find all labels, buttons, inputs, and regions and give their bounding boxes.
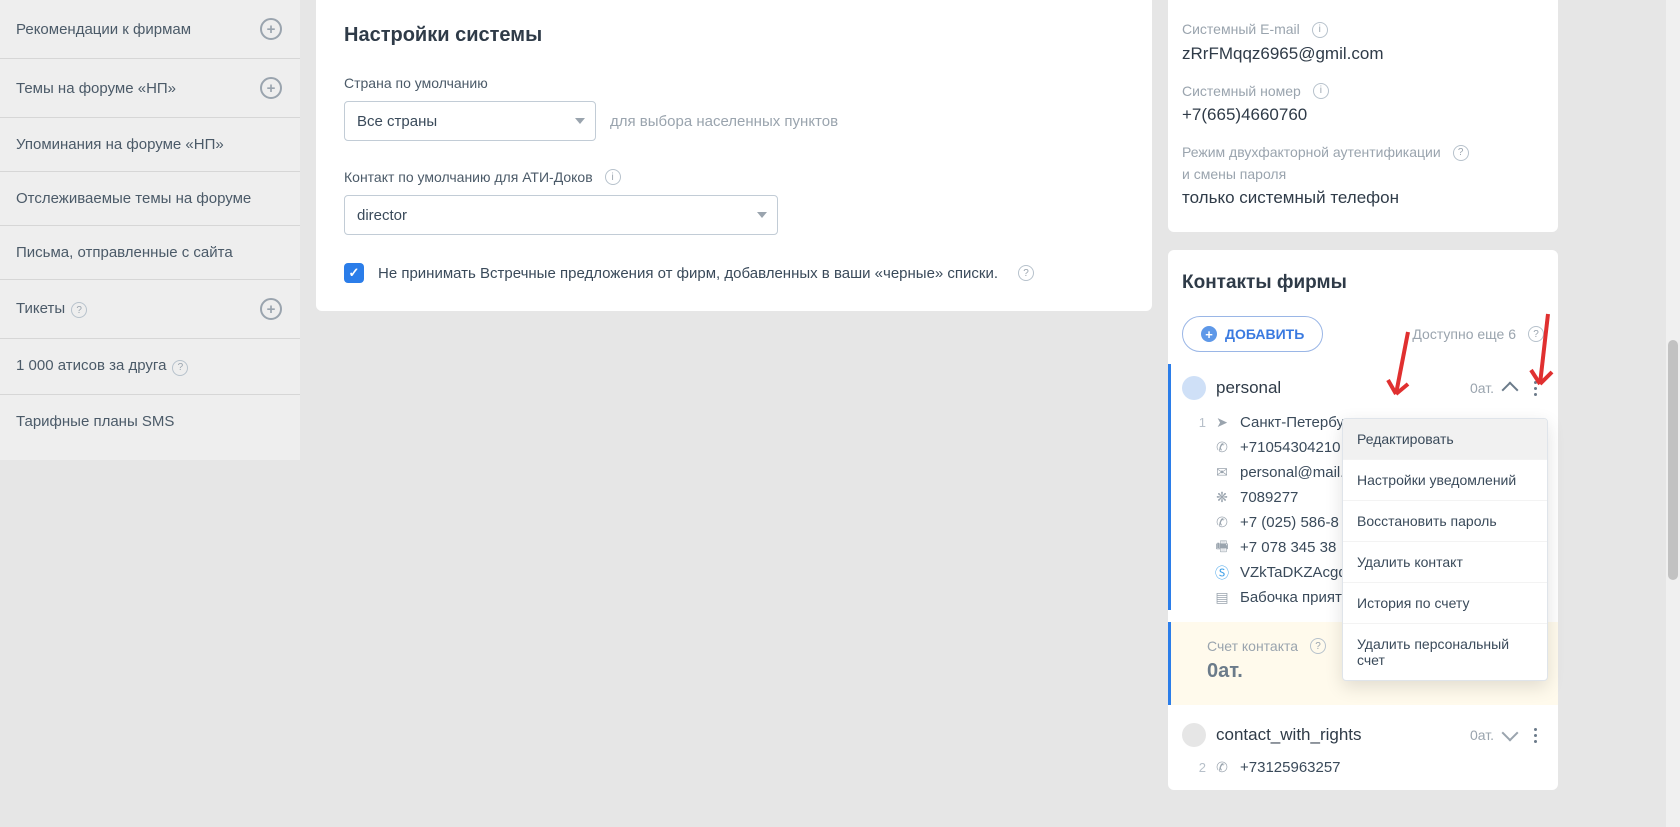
sidebar-item-label: Рекомендации к фирмам <box>16 21 191 38</box>
chevron-down-icon <box>575 118 585 124</box>
twofa-value: только системный телефон <box>1182 188 1544 208</box>
plus-icon[interactable]: + <box>260 18 282 40</box>
sidebar-item-letters[interactable]: Письма, отправленные с сайта <box>0 226 300 280</box>
help-icon[interactable]: ? <box>1310 638 1326 654</box>
twofa-label: Режим двухфакторной аутентификации? <box>1182 143 1544 163</box>
page-title: Настройки системы <box>344 24 1124 47</box>
annotation-arrow-icon <box>1386 330 1416 408</box>
skype-icon: Ⓢ <box>1214 565 1230 581</box>
chevron-down-icon <box>757 212 767 218</box>
default-country-select[interactable]: Все страны <box>344 101 596 141</box>
info-icon[interactable]: i <box>605 169 621 185</box>
system-phone-label: Системный номерi <box>1182 82 1544 102</box>
default-contact-label: Контакт по умолчанию для АТИ-Доков i <box>344 169 1124 185</box>
default-country-label: Страна по умолчанию <box>344 75 1124 91</box>
system-settings-card: Настройки системы Страна по умолчанию Вс… <box>316 0 1152 311</box>
fax-icon: 🖷 <box>1214 540 1230 556</box>
contact-block-secondary: contact_with_rights 0ат. 2 ✆ +7312596325… <box>1182 705 1544 790</box>
sidebar-item-label: Тарифные планы SMS <box>16 413 174 430</box>
add-button-label: ДОБАВИТЬ <box>1225 326 1304 342</box>
sidebar-item-atis-bonus[interactable]: 1 000 атисов за друга? <box>0 339 300 395</box>
system-email-label: Системный E-maili <box>1182 20 1544 40</box>
sidebar-item-label: Упоминания на форуме «НП» <box>16 136 224 153</box>
info-icon[interactable]: i <box>1312 22 1328 38</box>
plus-icon[interactable]: + <box>260 77 282 99</box>
blacklist-checkbox[interactable]: ✓ <box>344 263 364 283</box>
sidebar-item-label: Темы на форуме «НП» <box>16 80 176 97</box>
scrollbar-thumb[interactable] <box>1668 340 1678 580</box>
contacts-title: Контакты фирмы <box>1182 272 1544 294</box>
note-icon: ▤ <box>1214 590 1230 606</box>
dropdown-item-delete-contact[interactable]: Удалить контакт <box>1343 542 1547 583</box>
chevron-up-icon[interactable] <box>1502 382 1519 399</box>
default-country-hint: для выбора населенных пунктов <box>610 113 838 130</box>
help-icon[interactable]: ? <box>1453 145 1469 161</box>
phone-icon: ✆ <box>1214 515 1230 531</box>
dropdown-item-delete-account[interactable]: Удалить персональный счет <box>1343 624 1547 680</box>
help-icon[interactable]: ? <box>172 360 188 376</box>
mail-icon: ✉ <box>1214 465 1230 481</box>
avatar <box>1182 723 1206 747</box>
default-contact-select[interactable]: director <box>344 195 778 235</box>
phone-icon: ✆ <box>1214 760 1230 776</box>
chevron-down-icon[interactable] <box>1502 725 1519 742</box>
sidebar-item-tickets[interactable]: Тикеты? + <box>0 280 300 339</box>
system-info-card: Системный E-maili zRrFMqqz6965@gmil.com … <box>1168 0 1558 232</box>
sidebar-item-recommendations[interactable]: Рекомендации к фирмам + <box>0 0 300 59</box>
system-phone-value: +7(665)4660760 <box>1182 105 1544 125</box>
help-icon[interactable]: ? <box>1018 265 1034 281</box>
sidebar-item-label: Тикеты <box>16 300 65 317</box>
sidebar-item-label: 1 000 атисов за друга <box>16 357 166 374</box>
sidebar-item-mentions[interactable]: Упоминания на форуме «НП» <box>0 118 300 172</box>
annotation-arrow-icon <box>1528 312 1556 398</box>
blacklist-checkbox-label: Не принимать Встречные предложения от фи… <box>378 265 998 282</box>
info-icon[interactable]: i <box>1313 83 1329 99</box>
account-label: Счет контакта? <box>1207 638 1326 654</box>
sidebar-item-label: Письма, отправленные с сайта <box>16 244 233 261</box>
available-slots: Доступно еще 6 ? <box>1412 326 1544 342</box>
twofa-label-2: и смены пароля <box>1182 165 1544 185</box>
location-icon: ➤ <box>1214 415 1230 431</box>
dropdown-item-account-history[interactable]: История по счету <box>1343 583 1547 624</box>
plus-icon: + <box>1201 326 1217 342</box>
avatar <box>1182 376 1206 400</box>
plus-icon[interactable]: + <box>260 298 282 320</box>
select-value: director <box>357 207 407 224</box>
system-email-value: zRrFMqqz6965@gmil.com <box>1182 44 1544 64</box>
sidebar: Рекомендации к фирмам + Темы на форуме «… <box>0 0 300 460</box>
scrollbar-track[interactable] <box>1666 0 1680 827</box>
sidebar-item-forum-topics[interactable]: Темы на форуме «НП» + <box>0 59 300 118</box>
help-icon[interactable]: ? <box>71 302 87 318</box>
sidebar-item-watched-topics[interactable]: Отслеживаемые темы на форуме <box>0 172 300 226</box>
add-contact-button[interactable]: + ДОБАВИТЬ <box>1182 316 1323 352</box>
contact-name: contact_with_rights <box>1216 725 1460 745</box>
icq-icon: ❋ <box>1214 490 1230 506</box>
dropdown-item-restore-password[interactable]: Восстановить пароль <box>1343 501 1547 542</box>
contact-phone-row: 2 ✆ +73125963257 <box>1186 755 1544 780</box>
kebab-menu-button[interactable] <box>1526 728 1544 743</box>
contact-actions-dropdown: Редактировать Настройки уведомлений Восс… <box>1342 418 1548 681</box>
contact-balance: 0ат. <box>1470 727 1494 743</box>
account-value: 0ат. <box>1207 660 1326 683</box>
phone-icon: ✆ <box>1214 440 1230 456</box>
select-value: Все страны <box>357 113 437 130</box>
sidebar-item-sms-plans[interactable]: Тарифные планы SMS <box>0 395 300 448</box>
dropdown-item-edit[interactable]: Редактировать <box>1343 419 1547 460</box>
dropdown-item-notifications[interactable]: Настройки уведомлений <box>1343 460 1547 501</box>
contact-name: personal <box>1216 378 1460 398</box>
contact-balance: 0ат. <box>1470 380 1494 396</box>
sidebar-item-label: Отслеживаемые темы на форуме <box>16 190 251 207</box>
